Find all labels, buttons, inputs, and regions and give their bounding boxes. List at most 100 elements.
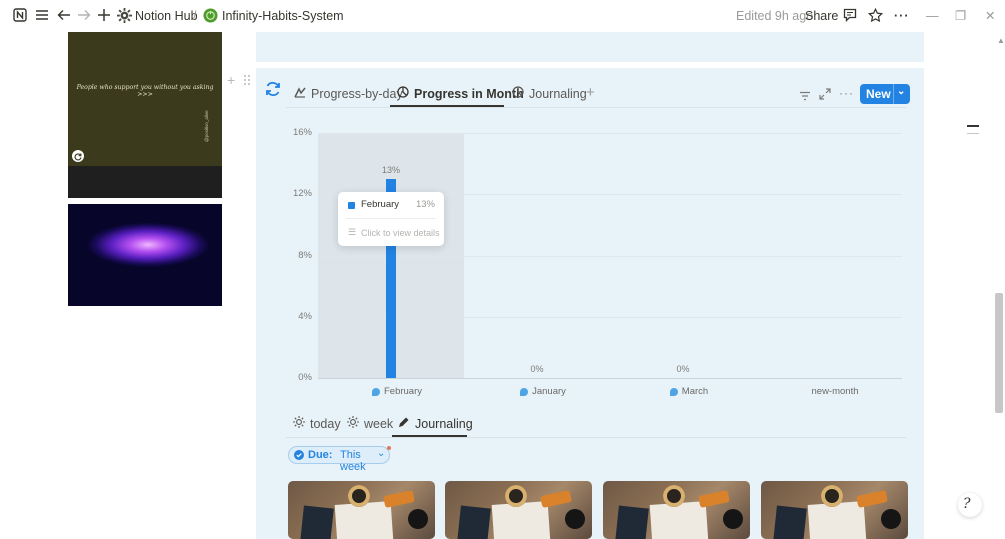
chevron-down-icon[interactable]: ⌄: [897, 86, 905, 97]
card-image-coffee: [505, 485, 527, 507]
card-image-notebook: [457, 505, 491, 539]
journal-card[interactable]: [445, 481, 592, 539]
favorite-star-icon[interactable]: [867, 7, 883, 24]
month-icon: [371, 387, 380, 396]
outline-marker[interactable]: [967, 125, 979, 127]
card-image-item: [698, 490, 730, 508]
back-arrow-icon[interactable]: [56, 8, 72, 24]
card-image-open-book: [807, 501, 867, 539]
chart-tooltip[interactable]: February 13% ☰ Click to view details: [338, 192, 444, 246]
more-options-icon[interactable]: ···: [894, 8, 910, 24]
sync-icon[interactable]: [264, 80, 282, 98]
filter-field: Due:: [308, 449, 333, 461]
gridline: [318, 317, 902, 318]
add-page-icon[interactable]: [96, 8, 112, 24]
check-circle-icon: [294, 450, 304, 463]
tab-label: week: [364, 417, 394, 431]
edited-timestamp: Edited 9h ago: [736, 9, 814, 23]
workspace-gear-icon: [116, 8, 132, 24]
data-label: 0%: [676, 364, 690, 374]
sun-icon: [347, 416, 359, 432]
tab-week[interactable]: week: [347, 416, 393, 432]
tab-progress-by-day[interactable]: Progress-by-day: [294, 86, 403, 102]
journal-card[interactable]: [603, 481, 750, 539]
y-tick-label: 0%: [298, 372, 312, 383]
tooltip-divider: [346, 218, 436, 219]
tab-today[interactable]: today: [293, 416, 341, 432]
y-tick-label: 16%: [292, 127, 312, 138]
new-button-separator: [893, 84, 894, 104]
notion-logo-icon[interactable]: [12, 8, 28, 24]
journal-card[interactable]: [288, 481, 435, 539]
breadcrumb-separator: /: [193, 9, 197, 23]
x-tick-text: new-month: [811, 386, 859, 397]
card-image-notebook: [615, 505, 649, 539]
comments-icon[interactable]: [842, 8, 858, 24]
gridline: [318, 378, 902, 379]
share-button[interactable]: Share: [805, 8, 838, 24]
journal-card[interactable]: [761, 481, 908, 539]
x-tick-label: new-month: [805, 386, 865, 397]
quote-credit: @positivo_alive: [204, 110, 209, 142]
gridline: [318, 256, 902, 257]
chart-icon: [512, 86, 524, 102]
data-label: 13%: [381, 164, 400, 175]
filter-icon[interactable]: [799, 88, 811, 106]
window-minimize-button[interactable]: —: [926, 8, 939, 24]
x-tick-label: March: [659, 386, 719, 397]
tab-progress-in-month[interactable]: Progress in Month: [397, 86, 524, 102]
quote-image: People who support you without you askin…: [68, 32, 222, 198]
callout-block: [256, 32, 924, 62]
window-close-button[interactable]: ✕: [985, 8, 995, 24]
card-image-open-book: [649, 501, 709, 539]
new-button[interactable]: New ⌄: [860, 84, 910, 104]
tab-label: today: [310, 417, 341, 431]
quote-image-bottom-band: [68, 166, 222, 198]
card-image-open-book: [334, 501, 394, 539]
due-filter-pill[interactable]: Due: This week ⌄: [288, 446, 390, 473]
x-tick-label: January: [513, 386, 573, 397]
help-button[interactable]: ?: [958, 493, 982, 517]
tabs-divider: [286, 107, 906, 108]
quote-text: People who support you without you askin…: [76, 84, 214, 98]
drag-handle-icon[interactable]: [243, 73, 251, 85]
breadcrumb-workspace[interactable]: Notion Hub: [135, 8, 198, 24]
tooltip-action[interactable]: Click to view details: [361, 228, 440, 238]
graph-icon: [294, 86, 306, 102]
add-view-icon[interactable]: +: [586, 84, 595, 101]
y-tick-label: 4%: [298, 311, 312, 322]
scroll-up-arrow[interactable]: ▲: [997, 36, 1005, 45]
card-image-notebook: [773, 505, 807, 539]
new-button-label: New: [866, 87, 891, 101]
top-bar: Notion Hub / Infinity-Habits-System Edit…: [0, 0, 1005, 32]
chart-icon: [397, 86, 409, 102]
habit-page-icon: [202, 8, 218, 24]
card-image-lens: [881, 509, 901, 529]
breadcrumb-page-title[interactable]: Infinity-Habits-System: [222, 8, 344, 24]
window-restore-button[interactable]: ❐: [955, 8, 966, 24]
menu-icon[interactable]: [34, 8, 50, 24]
view-more-icon[interactable]: ···: [839, 86, 854, 100]
x-tick-text: February: [383, 386, 422, 397]
tab-label: Journaling: [529, 87, 587, 101]
add-block-icon[interactable]: +: [227, 72, 235, 88]
scrollbar-thumb[interactable]: [995, 293, 1003, 413]
x-tick-label: February: [367, 386, 427, 397]
card-image-item: [540, 490, 572, 508]
month-icon: [669, 387, 678, 396]
data-label: 0%: [530, 364, 544, 374]
x-tick-text: March: [681, 386, 709, 397]
y-tick-label: 12%: [292, 188, 312, 199]
outline-marker[interactable]: [967, 133, 979, 134]
tab-journaling-chart[interactable]: Journaling: [512, 86, 587, 102]
card-image-coffee: [348, 485, 370, 507]
gridline: [318, 133, 902, 134]
card-image-lens: [565, 509, 585, 529]
galaxy-image: [68, 204, 222, 306]
expand-icon[interactable]: [819, 87, 831, 105]
tab-journaling[interactable]: Journaling: [398, 416, 473, 432]
series-color-swatch: [348, 202, 355, 209]
chevron-down-icon: ⌄: [377, 448, 386, 459]
help-icon: ?: [963, 496, 971, 512]
forward-arrow-icon[interactable]: [76, 8, 92, 24]
